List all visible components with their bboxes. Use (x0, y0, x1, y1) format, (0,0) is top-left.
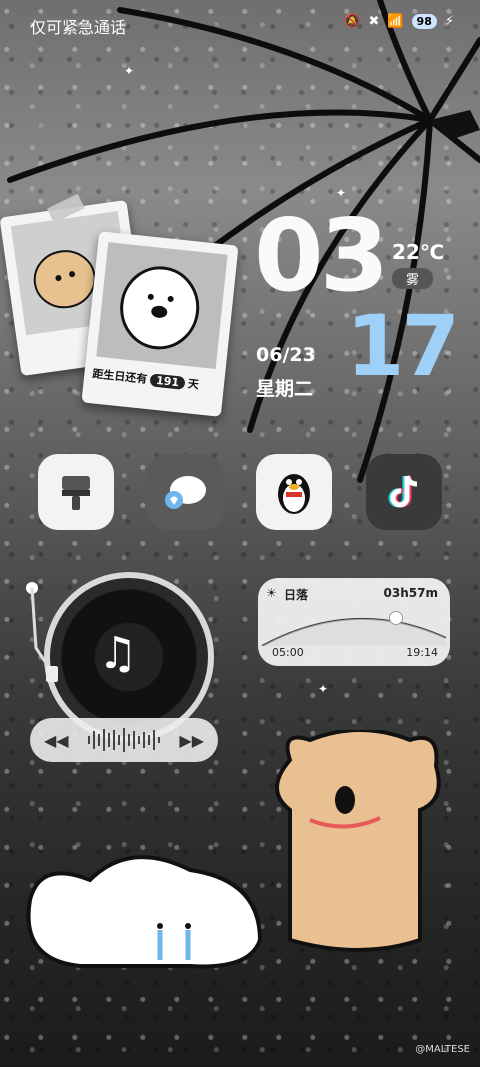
countdown-suffix: 天 (187, 377, 200, 392)
playback-controls: ◀◀ ▶▶ (30, 718, 218, 762)
sparkle-icon: ✦ (318, 682, 329, 696)
waveform-icon (88, 728, 160, 752)
music-note-icon: ♫ (98, 628, 138, 679)
chat-bubble-icon (165, 476, 206, 509)
birthday-countdown: 距生日还有 191 天 (92, 365, 200, 392)
bear-sticker (275, 730, 441, 952)
dog-photo (96, 242, 228, 370)
no-sim-icon: ✖ (368, 14, 380, 29)
app-icon-tiktok[interactable] (366, 454, 442, 530)
artist-credit: @MALTESE (415, 1044, 470, 1055)
weather-temperature[interactable]: 22℃ (392, 240, 444, 264)
weather-condition-badge: 雾 (392, 268, 434, 289)
sunset-label: 日落 (284, 588, 309, 602)
status-bar: 仅可紧急通话 🔕 ✖ 📶 98 ⚡ (0, 0, 480, 48)
photo-card-front[interactable]: 距生日还有 191 天 (81, 231, 239, 417)
clock-minute[interactable]: 17 (346, 304, 460, 388)
sunset-remaining: 03h57m (383, 586, 438, 600)
app-icon-chat[interactable] (147, 454, 223, 530)
sunset-time: 19:14 (406, 646, 438, 659)
sun-arc (261, 617, 447, 646)
clock-hour[interactable]: 03 (254, 206, 389, 306)
countdown-prefix: 距生日还有 (91, 367, 148, 386)
music-player-widget[interactable]: ♫ ◀◀ ▶▶ (26, 572, 220, 762)
sunset-icon: ☀ (266, 586, 277, 600)
previous-track-button[interactable]: ◀◀ (44, 731, 69, 750)
mute-icon: 🔕 (344, 14, 361, 29)
sunrise-time: 05:00 (272, 646, 304, 659)
countdown-days: 191 (149, 373, 186, 390)
clock-weekday: 星期二 (256, 378, 314, 400)
sparkle-icon: ✦ (124, 64, 135, 78)
app-icon-paint[interactable] (38, 454, 114, 530)
paint-brush-icon (62, 476, 90, 510)
tonearm-icon (26, 582, 58, 682)
charging-icon: ⚡ (444, 14, 454, 29)
clock-date: 06/23 (256, 344, 316, 366)
battery-level: 98 (411, 14, 437, 29)
next-track-button[interactable]: ▶▶ (179, 731, 204, 750)
sunset-widget[interactable]: ☀ 日落 03h57m 05:00 19:14 (258, 578, 450, 666)
app-icon-qq[interactable] (256, 454, 332, 530)
penguin-icon (278, 474, 310, 514)
music-note-icon (388, 475, 418, 508)
wifi-icon: 📶 (387, 14, 404, 29)
puppy-sticker (26, 855, 263, 969)
sun-position-marker (389, 611, 403, 625)
carrier-text: 仅可紧急通话 (30, 18, 127, 37)
